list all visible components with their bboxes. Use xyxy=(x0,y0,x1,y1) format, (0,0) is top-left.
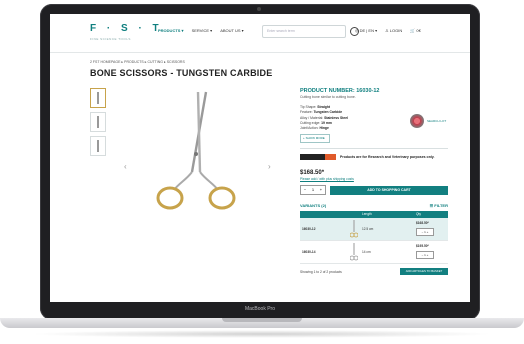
research-notice: Products are for Research and Veterinary… xyxy=(300,154,448,161)
nav-about[interactable]: ABOUT US ▾ xyxy=(220,28,244,33)
variant-length: 12.5 cm xyxy=(362,227,374,232)
search-input[interactable]: Enter search term xyxy=(262,25,359,38)
brand-plate: MacBook Pro xyxy=(244,306,275,312)
table-row[interactable]: 16030-14 14 cm $195.50* − 1 + xyxy=(300,241,448,265)
lot-search-icon[interactable] xyxy=(410,114,424,128)
login-link[interactable]: ♙ LOGIN xyxy=(385,28,402,33)
research-text: Products are for Research and Veterinary… xyxy=(340,155,435,160)
divider xyxy=(300,148,448,150)
variants-table-header: Length Qty xyxy=(300,211,448,219)
purchase-row: − 1 + ADD TO SHOPPING CART xyxy=(300,185,448,196)
site-logo[interactable]: F · S · T xyxy=(90,23,163,34)
cart-link[interactable]: 🛒 0€ xyxy=(410,28,421,33)
spec-value: 19 mm xyxy=(321,120,332,125)
spec-key: Alloy / Material: xyxy=(300,115,324,120)
variant-id[interactable]: 16030-14 xyxy=(302,250,315,254)
research-only-icon xyxy=(300,154,336,161)
product-price: $168.50* xyxy=(300,170,325,177)
spec-value: Tungsten Carbide xyxy=(313,110,343,115)
add-articles-button[interactable]: ADD ARTICLES TO BASKET xyxy=(400,268,448,276)
nav-products[interactable]: PRODUCTS ▾ xyxy=(158,28,184,33)
add-to-cart-button[interactable]: ADD TO SHOPPING CART xyxy=(330,185,448,195)
scissors-thumb-icon xyxy=(97,92,99,104)
variants-title: VARIANTS (2) xyxy=(300,203,327,209)
spec-value: Stainless Steel xyxy=(324,115,349,120)
spec-key: Tip Shape: xyxy=(300,105,317,109)
product-description: Cutting bone similar to cutting bone. xyxy=(300,95,356,99)
product-info: PRODUCT NUMBER: 16030-12 Cutting bone si… xyxy=(300,88,448,276)
col-header-qty: Qty xyxy=(416,212,421,217)
scissors-icon xyxy=(350,243,358,261)
product-specs: Tip Shape: Straight Feature: Tungsten Ca… xyxy=(300,105,448,131)
header-actions: ◎ DE | EN ▾ ♙ LOGIN 🛒 0€ xyxy=(355,28,421,33)
search-placeholder: Enter search term xyxy=(267,29,295,33)
shipping-link[interactable]: Please add / with plus shipping costs xyxy=(300,177,448,181)
spec-row: Joint/Action: Hinge xyxy=(300,126,448,131)
lot-search-label[interactable]: SEARCH LOT xyxy=(427,119,446,123)
qty-value[interactable]: 1 xyxy=(312,186,314,194)
variant-qty-stepper[interactable]: − 1 + xyxy=(416,251,434,260)
results-count: Showing 1 to 2 of 2 products xyxy=(300,269,342,274)
site-header: F · S · T FINE SCIENCE TOOLS PRODUCTS ▾ … xyxy=(50,14,470,53)
spec-value: Hinge xyxy=(319,126,329,131)
thumbnail-3[interactable] xyxy=(90,136,106,156)
logo-subtitle: FINE SCIENCE TOOLS xyxy=(90,37,131,41)
table-row[interactable]: 16030-12 12.5 cm $168.50* − 1 + xyxy=(300,218,448,242)
filter-button[interactable]: ☰ FILTER xyxy=(430,203,448,208)
scissors-thumb-icon xyxy=(97,140,99,152)
laptop-lid: F · S · T FINE SCIENCE TOOLS PRODUCTS ▾ … xyxy=(40,4,480,320)
qty-minus-button[interactable]: − xyxy=(304,186,306,194)
show-more-button[interactable]: + SHOW MORE xyxy=(300,134,330,144)
laptop-shadow xyxy=(30,330,494,338)
language-selector[interactable]: ◎ DE | EN ▾ xyxy=(355,28,377,33)
variant-qty-stepper[interactable]: − 1 + xyxy=(416,228,434,237)
spec-key: Cutting edge: xyxy=(300,120,321,125)
thumbnail-list xyxy=(90,88,106,160)
webcam-icon xyxy=(257,7,261,11)
scissors-icon xyxy=(350,220,358,238)
variant-price: $195.50* xyxy=(416,244,429,249)
spec-key: Joint/Action: xyxy=(300,126,319,131)
variant-length: 14 cm xyxy=(362,250,371,255)
quantity-stepper[interactable]: − 1 + xyxy=(300,185,326,196)
nav-service[interactable]: SERVICE ▾ xyxy=(192,28,213,33)
variants-header: VARIANTS (2) ☰ FILTER xyxy=(300,203,448,208)
product-number: PRODUCT NUMBER: 16030-12 xyxy=(300,88,380,94)
breadcrumb[interactable]: 2 FST HOMEPAGE ▸ PRODUCTS ▸ CUTTING ▸ SC… xyxy=(90,60,185,64)
spec-key: Feature: xyxy=(300,110,313,115)
spec-value: Straight xyxy=(317,105,331,109)
variants-table: Length Qty 16030-12 12.5 cm $168.50* − 1… xyxy=(300,211,448,265)
scissors-thumb-icon xyxy=(97,116,99,128)
page-title: BONE SCISSORS - TUNGSTEN CARBIDE xyxy=(90,68,273,78)
variant-id[interactable]: 16030-12 xyxy=(302,227,315,231)
thumbnail-1[interactable] xyxy=(90,88,106,108)
col-header-length: Length xyxy=(362,212,372,217)
variants-footer: Showing 1 to 2 of 2 products ADD ARTICLE… xyxy=(300,268,448,276)
product-image-scissors xyxy=(156,91,236,210)
qty-plus-button[interactable]: + xyxy=(320,186,322,194)
main-nav: PRODUCTS ▾ SERVICE ▾ ABOUT US ▾ xyxy=(158,28,244,33)
variant-price: $168.50* xyxy=(416,221,429,226)
laptop-screen: F · S · T FINE SCIENCE TOOLS PRODUCTS ▾ … xyxy=(50,14,470,302)
thumbnail-2[interactable] xyxy=(90,112,106,132)
laptop-notch xyxy=(222,318,302,322)
